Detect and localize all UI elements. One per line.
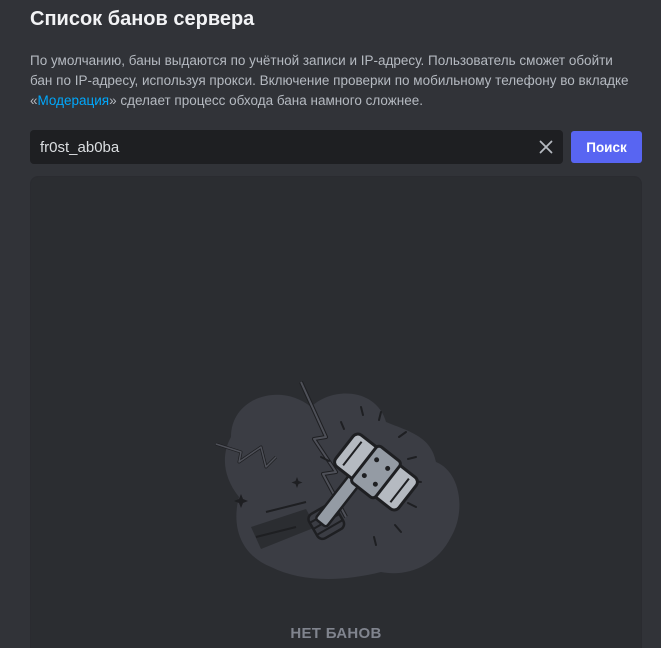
description-text-after: » сделает процесс обхода бана намного сл… bbox=[109, 93, 423, 108]
search-box bbox=[30, 130, 563, 164]
server-ban-list-page: Список банов сервера По умолчанию, баны … bbox=[0, 0, 661, 648]
ban-list-panel: НЕТ БАНОВ bbox=[30, 176, 642, 648]
page-title: Список банов сервера bbox=[30, 8, 255, 30]
close-icon[interactable] bbox=[537, 138, 555, 156]
ban-description: По умолчанию, баны выдаются по учётной з… bbox=[30, 51, 630, 111]
moderation-link[interactable]: Модерация bbox=[38, 93, 110, 108]
empty-state-label: НЕТ БАНОВ bbox=[290, 625, 382, 642]
search-button[interactable]: Поиск bbox=[571, 131, 642, 163]
ban-hammer-illustration bbox=[215, 381, 460, 579]
search-input[interactable] bbox=[30, 130, 530, 164]
